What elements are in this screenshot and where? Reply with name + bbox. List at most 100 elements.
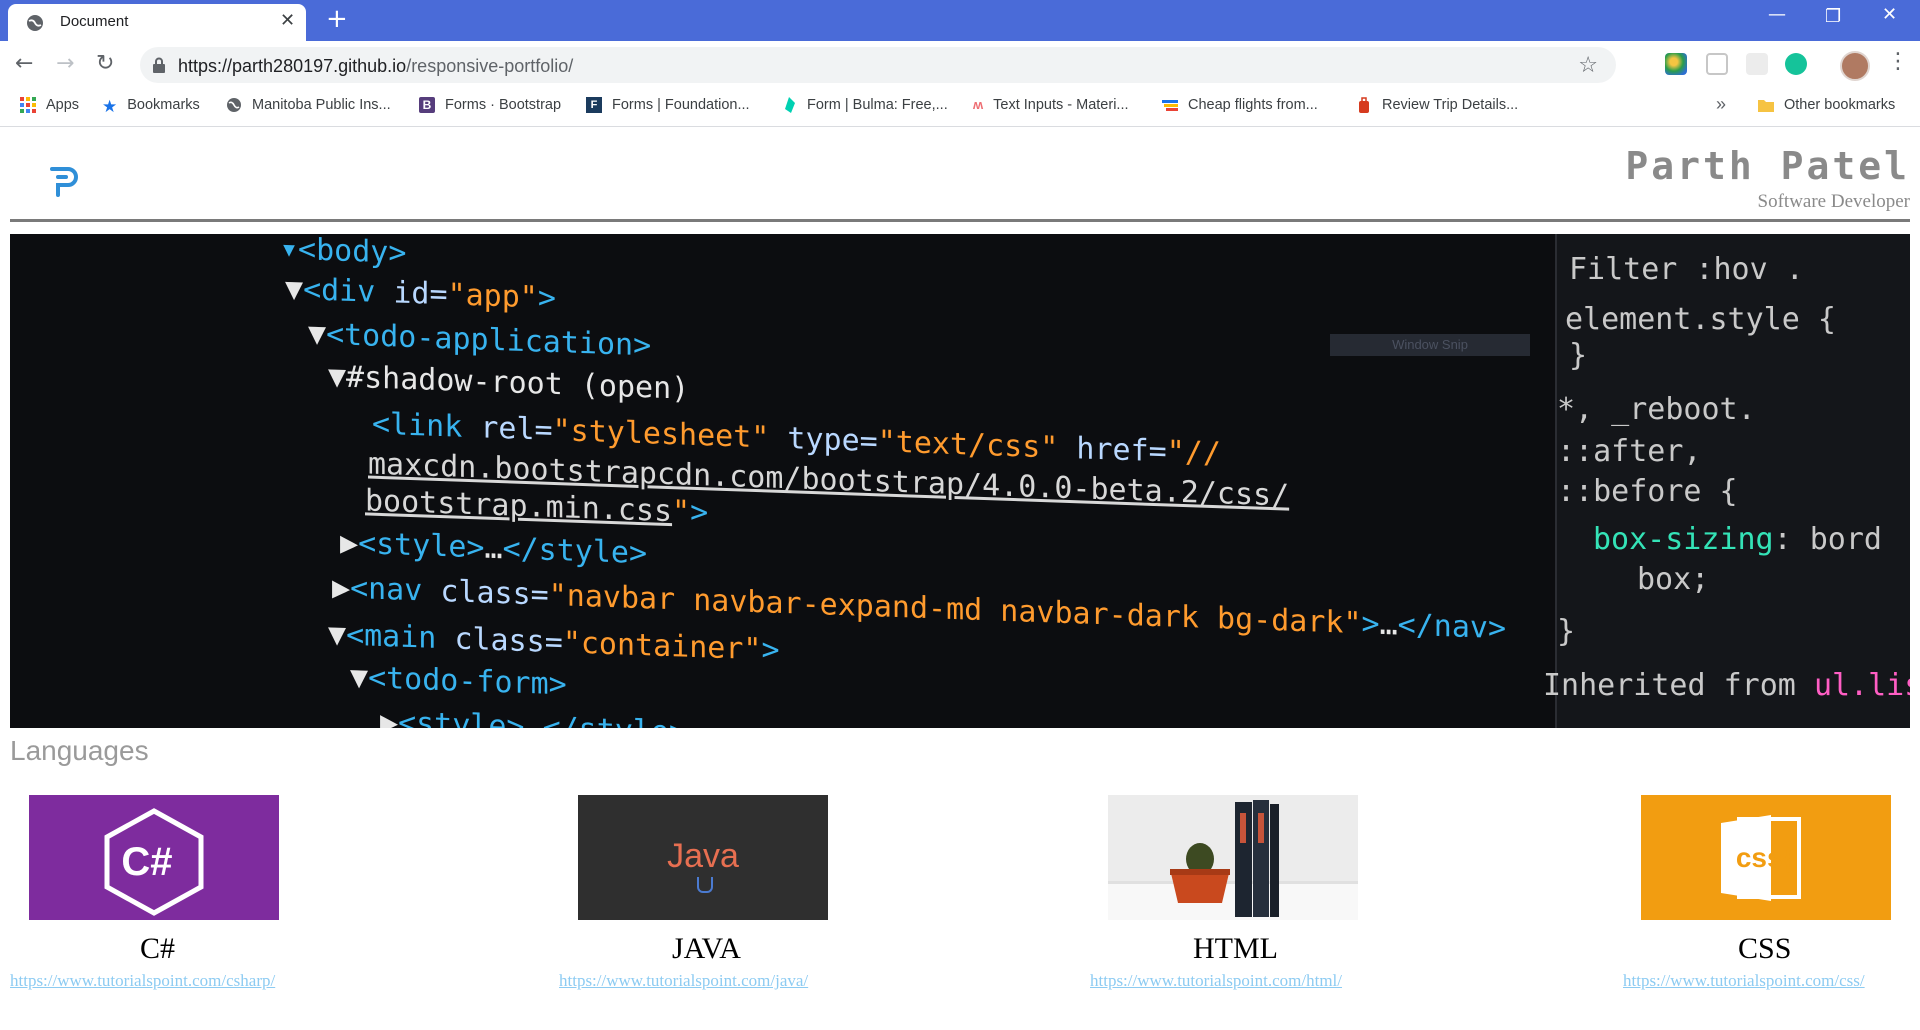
bulma-icon	[785, 97, 795, 114]
url-text[interactable]: https://parth280197.github.io/responsive…	[178, 56, 573, 77]
devtools-token: element.style {	[1565, 302, 1836, 337]
code-token: "	[672, 494, 691, 530]
devtools-token: box;	[1637, 562, 1710, 597]
address-bar[interactable]: https://parth280197.github.io/responsive…	[140, 47, 1616, 83]
css-thumbnail[interactable]: css{ }	[1641, 795, 1891, 920]
extension-box-icon[interactable]	[1706, 53, 1728, 75]
devtools-token: }	[1557, 614, 1576, 649]
restore-icon[interactable]: ❐	[1825, 6, 1841, 27]
extension-globe-icon[interactable]	[1665, 53, 1687, 75]
window-snip-overlay: Window Snip	[1330, 334, 1530, 356]
bookmark-apps[interactable]: Apps	[20, 97, 80, 114]
bookmark-foundation[interactable]: F Forms | Foundation...	[586, 97, 750, 114]
bookmark-label: Text Inputs - Materi...	[993, 97, 1129, 113]
devtools-token: ul.list	[1813, 668, 1910, 703]
more-bookmarks-button[interactable]: »	[1716, 94, 1726, 115]
devtools-line: Inherited from ul.list	[1543, 668, 1910, 703]
bookmark-label: Apps	[46, 97, 80, 113]
tab-close-icon[interactable]: ✕	[280, 10, 295, 31]
bookmark-bootstrap[interactable]: B Forms · Bootstrap	[419, 97, 561, 114]
bookmark-materialize[interactable]: ʍ Text Inputs - Materi...	[973, 97, 1129, 113]
code-token: ▶	[380, 704, 399, 728]
bookmark-bookmarks[interactable]: ★ Bookmarks	[102, 97, 200, 116]
code-token: "//	[1166, 434, 1221, 472]
extension-blank-icon[interactable]	[1746, 53, 1768, 75]
menu-icon[interactable]: ⋮	[1887, 49, 1909, 74]
code-token: <main	[346, 617, 455, 657]
materialize-icon: ʍ	[973, 97, 984, 113]
code-token: </style>	[543, 711, 688, 728]
new-tab-button[interactable]: +	[326, 4, 348, 34]
logo-icon[interactable]	[48, 165, 82, 199]
code-line: ▼<todo-form>	[350, 660, 567, 703]
site-owner-name: Parth Patel	[1625, 144, 1910, 188]
code-token: <nav	[350, 570, 441, 610]
language-name-html: HTML	[1193, 932, 1278, 965]
bookmark-label: Cheap flights from...	[1188, 97, 1318, 113]
code-token: </nav>	[1397, 607, 1507, 647]
code-token: <link	[372, 406, 481, 446]
bookmark-label: Manitoba Public Ins...	[252, 97, 391, 113]
bootstrap-icon: B	[419, 97, 435, 114]
window-close-icon[interactable]: ✕	[1882, 4, 1897, 25]
html-thumbnail[interactable]	[1108, 795, 1358, 920]
code-token: type=	[769, 420, 878, 460]
code-token: >	[690, 494, 709, 531]
code-token: …	[484, 530, 503, 567]
languages-heading: Languages	[10, 735, 149, 766]
cactus-books-icon	[1108, 800, 1358, 920]
globe-icon	[227, 98, 241, 113]
luggage-icon	[1359, 97, 1369, 114]
bookmark-star-icon[interactable]: ☆	[1578, 53, 1598, 78]
language-card-java: Java	[578, 795, 828, 920]
css-logo-text: css{ }	[1736, 842, 1812, 873]
browser-tab[interactable]: Document ✕	[8, 4, 306, 41]
devtools-token: ::after,	[1557, 434, 1702, 469]
bookmark-flights[interactable]: Cheap flights from...	[1162, 97, 1318, 113]
code-token: href=	[1058, 430, 1167, 470]
devtools-token: Filter :hov .	[1569, 252, 1804, 287]
csharp-logo-icon: C#	[104, 808, 204, 916]
url-host: https://parth280197.github.io	[178, 56, 407, 76]
code-token: ▼	[350, 659, 369, 696]
avatar[interactable]	[1840, 51, 1870, 81]
devtools-token: *, _reboot.	[1557, 392, 1756, 427]
code-line: ▼<todo-application>	[308, 316, 651, 363]
java-thumbnail[interactable]: Java	[578, 795, 828, 920]
language-link-java[interactable]: https://www.tutorialspoint.com/java/	[559, 971, 808, 991]
code-token: class=	[440, 574, 549, 613]
browser-toolbar: ← → ↻ https://parth280197.github.io/resp…	[0, 41, 1920, 88]
code-token: <style>	[398, 705, 525, 728]
folder-icon	[1758, 100, 1774, 113]
bookmark-bulma[interactable]: Form | Bulma: Free,...	[781, 97, 948, 114]
code-token: ▼	[285, 271, 304, 308]
bookmark-manitoba[interactable]: Manitoba Public Ins...	[226, 97, 391, 113]
hero-code-image: ▾<body> ▼<div id="app"> ▼<todo-application…	[10, 234, 1910, 728]
csharp-thumbnail[interactable]: C#	[29, 795, 279, 920]
language-link-csharp[interactable]: https://www.tutorialspoint.com/csharp/	[10, 971, 275, 991]
language-name-css: CSS	[1738, 932, 1792, 965]
java-logo-text: Java	[667, 837, 739, 875]
code-token: <todo-application>	[326, 317, 652, 364]
language-link-css[interactable]: https://www.tutorialspoint.com/css/	[1623, 971, 1865, 991]
back-icon[interactable]: ←	[15, 51, 33, 76]
bookmark-label: Bookmarks	[127, 97, 200, 113]
reload-icon[interactable]: ↻	[96, 51, 114, 76]
code-token: ▶	[332, 570, 351, 606]
grammarly-icon[interactable]	[1785, 53, 1807, 75]
language-card-csharp: C#	[29, 795, 279, 920]
forward-icon[interactable]: →	[56, 51, 74, 76]
code-token: <style>	[358, 526, 485, 566]
devtools-token: box-sizing	[1593, 522, 1774, 557]
language-link-html[interactable]: https://www.tutorialspoint.com/html/	[1090, 971, 1342, 991]
other-bookmarks[interactable]: Other bookmarks	[1758, 97, 1895, 113]
code-token: <div	[303, 272, 394, 311]
devtools-line: Filter :hov .	[1569, 252, 1804, 287]
code-token: …	[1379, 606, 1398, 643]
bookmark-trip[interactable]: Review Trip Details...	[1356, 97, 1518, 114]
minimize-icon[interactable]: —	[1768, 4, 1786, 25]
bookmark-label: Form | Bulma: Free,...	[807, 97, 948, 113]
lock-icon	[153, 57, 165, 73]
tab-title: Document	[60, 13, 129, 30]
devtools-line: }	[1569, 338, 1587, 373]
